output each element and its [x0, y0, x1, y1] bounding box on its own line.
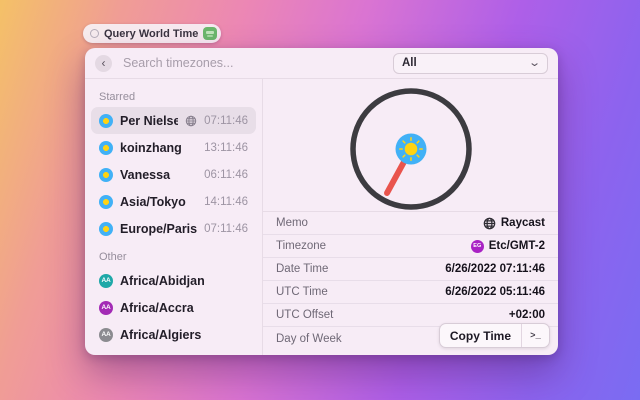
timezone-name: Africa/Accra — [120, 301, 248, 315]
timezone-initials-badge: EG — [471, 240, 484, 253]
detail-label: UTC Time — [276, 286, 328, 298]
detail-label: Timezone — [276, 240, 326, 252]
list-item-europe-paris[interactable]: Europe/Paris 07:11:46 — [91, 215, 256, 242]
detail-row-memo: Memo Raycast — [263, 212, 558, 235]
action-button-group: Copy Time >_ — [439, 323, 550, 348]
chevron-left-icon: ‹ — [102, 57, 106, 69]
globe-icon — [185, 115, 197, 127]
list-item-koinzhang[interactable]: koinzhang 13:11:46 — [91, 134, 256, 161]
clock-illustration — [263, 79, 558, 211]
query-world-time-window: ‹ All ⌄ Starred Per Nielsen Tikær 07:11:… — [85, 48, 558, 355]
list-item-asia-tokyo[interactable]: Asia/Tokyo 14:11:46 — [91, 188, 256, 215]
detail-label: UTC Offset — [276, 309, 333, 321]
back-button[interactable]: ‹ — [95, 55, 112, 72]
extension-badge-icon — [203, 27, 217, 40]
timezone-name: Europe/Paris — [120, 222, 197, 236]
timezone-time: 13:11:46 — [204, 142, 248, 154]
timezone-time: 06:11:46 — [204, 169, 248, 181]
timezone-name: Vanessa — [120, 168, 197, 182]
detail-label: Day of Week — [276, 333, 342, 345]
main-split: Starred Per Nielsen Tikær 07:11:46 koinz… — [85, 79, 558, 355]
detail-value: Raycast — [501, 217, 545, 229]
initials-avatar: AB — [99, 355, 113, 356]
detail-label: Memo — [276, 217, 308, 229]
list-item-africa-bissau[interactable]: AB Africa/Bissau — [91, 348, 256, 355]
filter-dropdown-value: All — [402, 57, 417, 69]
sun-avatar-icon — [99, 168, 113, 182]
timezone-name: Africa/Algiers — [120, 328, 248, 342]
timezone-name: Asia/Tokyo — [120, 195, 197, 209]
sun-avatar-icon — [99, 114, 113, 128]
filter-dropdown[interactable]: All ⌄ — [393, 53, 548, 74]
terminal-icon[interactable]: >_ — [522, 324, 549, 347]
detail-row-date-time: Date Time 6/26/2022 07:11:46 — [263, 258, 558, 281]
search-input[interactable] — [121, 55, 384, 71]
clock-face-icon — [341, 79, 481, 211]
detail-value: +02:00 — [509, 309, 545, 321]
detail-row-timezone: Timezone EG Etc/GMT-2 — [263, 235, 558, 258]
section-header-starred: Starred — [99, 91, 256, 103]
section-header-other: Other — [99, 251, 256, 263]
initials-avatar: AA — [99, 328, 113, 342]
sun-avatar-icon — [99, 141, 113, 155]
list-item-africa-accra[interactable]: AA Africa/Accra — [91, 294, 256, 321]
sun-avatar-icon — [99, 195, 113, 209]
globe-icon — [483, 217, 496, 230]
detail-value: 6/26/2022 05:11:46 — [445, 286, 545, 298]
chevron-down-icon: ⌄ — [528, 58, 541, 69]
initials-avatar: AA — [99, 274, 113, 288]
timezone-list: Starred Per Nielsen Tikær 07:11:46 koinz… — [85, 79, 263, 355]
launcher-pill-title: Query World Time — [104, 28, 198, 40]
list-item-africa-algiers[interactable]: AA Africa/Algiers — [91, 321, 256, 348]
record-circle-icon — [90, 29, 99, 38]
list-item-per-nielsen[interactable]: Per Nielsen Tikær 07:11:46 — [91, 107, 256, 134]
timezone-time: 14:11:46 — [204, 196, 248, 208]
timezone-name: koinzhang — [120, 141, 197, 155]
list-item-vanessa[interactable]: Vanessa 06:11:46 — [91, 161, 256, 188]
detail-value: Etc/GMT-2 — [489, 240, 545, 252]
detail-row-utc-time: UTC Time 6/26/2022 05:11:46 — [263, 281, 558, 304]
timezone-name: Africa/Bissau — [120, 355, 248, 356]
launcher-pill[interactable]: Query World Time — [83, 24, 221, 43]
sun-avatar-icon — [99, 222, 113, 236]
copy-time-button[interactable]: Copy Time — [440, 324, 521, 347]
timezone-time: 07:11:46 — [204, 115, 248, 127]
topbar: ‹ All ⌄ — [85, 48, 558, 79]
detail-value: 6/26/2022 07:11:46 — [445, 263, 545, 275]
timezone-name: Africa/Abidjan — [120, 274, 248, 288]
timezone-name: Per Nielsen Tikær — [120, 114, 178, 128]
list-item-africa-abidjan[interactable]: AA Africa/Abidjan — [91, 267, 256, 294]
detail-panel: Memo Raycast Timezone EG Etc/GMT-2 Date … — [263, 79, 558, 355]
initials-avatar: AA — [99, 301, 113, 315]
timezone-time: 07:11:46 — [204, 223, 248, 235]
detail-label: Date Time — [276, 263, 328, 275]
